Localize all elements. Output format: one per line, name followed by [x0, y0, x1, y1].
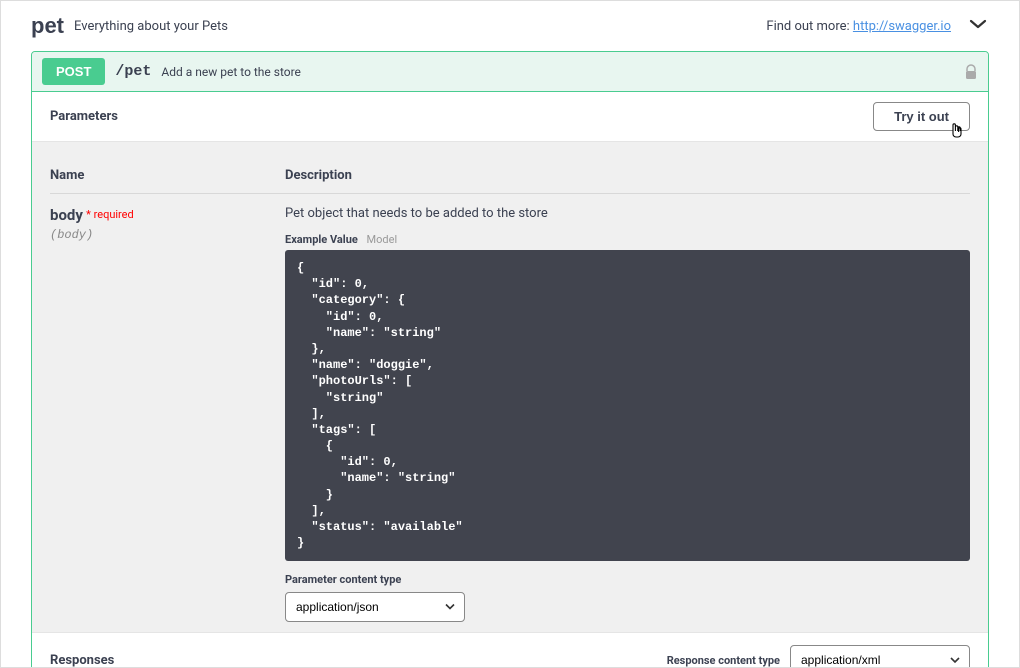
operation-block: POST /pet Add a new pet to the store Par…: [31, 51, 989, 668]
parameters-title: Parameters: [50, 109, 118, 124]
param-name: body: [50, 206, 83, 224]
parameters-body: Name Description body * required (body): [32, 142, 988, 632]
operation-path: /pet: [115, 63, 151, 80]
lock-icon[interactable]: [964, 64, 978, 80]
response-content-type-select[interactable]: application/xml: [790, 645, 970, 668]
param-description: Pet object that needs to be added to the…: [285, 206, 970, 221]
parameter-content-type-select[interactable]: application/json: [285, 592, 465, 622]
responses-header: Responses Response content type applicat…: [32, 632, 988, 668]
try-it-out-button[interactable]: Try it out: [873, 102, 970, 131]
operation-summary-row[interactable]: POST /pet Add a new pet to the store: [32, 52, 988, 92]
response-content-type-label: Response content type: [667, 654, 780, 667]
http-method-badge: POST: [42, 58, 105, 85]
required-marker: * required: [86, 208, 134, 221]
tag-description: Everything about your Pets: [74, 19, 228, 34]
parameter-row: body * required (body) Pet object that n…: [50, 194, 970, 623]
column-header-description: Description: [285, 160, 970, 194]
example-json-block[interactable]: { "id": 0, "category": { "id": 0, "name"…: [285, 250, 970, 561]
parameter-content-type-label: Parameter content type: [285, 573, 970, 586]
tab-example-value[interactable]: Example Value: [285, 233, 358, 246]
external-docs-link[interactable]: http://swagger.io: [853, 19, 951, 34]
operation-summary: Add a new pet to the store: [161, 65, 301, 79]
tag-header[interactable]: pet Everything about your Pets Find out …: [31, 7, 989, 51]
external-docs: Find out more: http://swagger.io: [766, 19, 951, 34]
response-content-type-select-wrap: application/xml: [790, 645, 970, 668]
chevron-down-icon[interactable]: [969, 18, 987, 30]
responses-title: Responses: [50, 653, 114, 668]
parameters-table: Name Description body * required (body): [50, 160, 970, 622]
tab-model[interactable]: Model: [367, 233, 398, 246]
column-header-name: Name: [50, 160, 285, 194]
parameters-header: Parameters Try it out: [32, 92, 988, 142]
param-in: (body): [50, 228, 285, 242]
parameter-content-type-select-wrap: application/json: [285, 592, 465, 622]
tag-name: pet: [31, 13, 64, 39]
model-example-tabs: Example Value Model: [285, 233, 970, 246]
find-out-label: Find out more:: [766, 19, 849, 34]
